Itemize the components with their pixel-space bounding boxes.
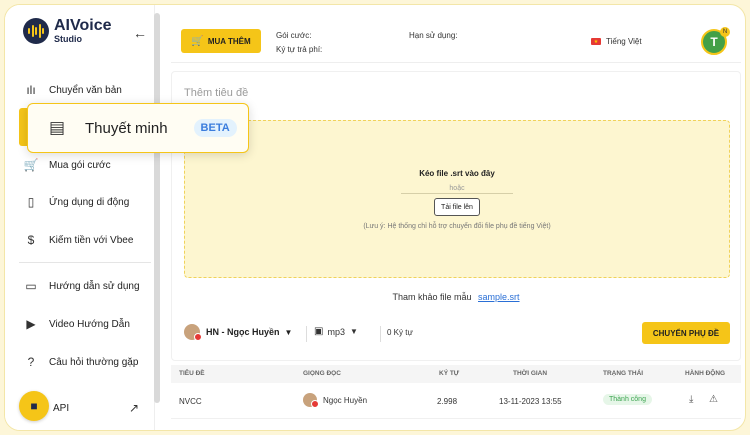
dropzone-divider	[401, 193, 513, 194]
dollar-icon: $	[27, 233, 35, 247]
help-icon: ?	[27, 355, 35, 369]
sidebar-item-label: Video Hướng Dẫn	[49, 318, 130, 330]
table-row[interactable]: NVCC Ngọc Huyền 2.998 13-11-2023 13:55 T…	[171, 383, 741, 419]
table-header: TIÊU ĐỀ GIỌNG ĐỌC KÝ TỰ THỜI GIAN TRẠNG …	[171, 365, 741, 383]
character-count: 0 Ký tự	[387, 328, 413, 337]
sidebar-item-faq[interactable]: ? Câu hỏi thường gặp	[23, 352, 139, 372]
convert-subtitle-button[interactable]: CHUYỂN PHỤ ĐỀ	[642, 322, 730, 344]
sample-file-link[interactable]: sample.srt	[478, 292, 520, 302]
api-link[interactable]: API	[53, 403, 69, 414]
sidebar-item-buy-plan[interactable]: 🛒 Mua gói cước	[23, 155, 111, 175]
waveform-icon: ılı	[26, 83, 36, 97]
mobile-icon: ▯	[27, 195, 35, 209]
dropzone-note: (Lưu ý: Hệ thống chỉ hỗ trợ chuyển đổi f…	[363, 223, 551, 230]
voice-label: HN - Ngọc Huyền	[206, 327, 280, 337]
sidebar: AIVoice Studio ← ılı Chuyển văn bản 🛒 Mu…	[5, 5, 155, 430]
sidebar-item-label: Ứng dụng di động	[49, 196, 130, 208]
cart-icon: 🛒	[191, 35, 204, 47]
collapse-sidebar-arrow-icon[interactable]: ←	[133, 25, 147, 41]
sample-prefix: Tham khảo file mẫu	[392, 292, 472, 302]
paid-chars-label: Ký tự trả phí:	[276, 45, 323, 54]
row-voice: Ngọc Huyền	[303, 393, 368, 408]
column-header: THỜI GIAN	[513, 370, 548, 377]
sidebar-item-label: Thuyết minh	[85, 119, 168, 137]
sidebar-item-voiceover[interactable]: ▤ Thuyết minh BETA	[27, 103, 249, 153]
dropzone-title: Kéo file .srt vào đây	[419, 169, 495, 178]
logo-subtitle: Studio	[54, 34, 82, 44]
srt-dropzone[interactable]: Kéo file .srt vào đây hoặc Tải file lên …	[184, 120, 730, 278]
sidebar-item-user-guide[interactable]: ▭ Hướng dẫn sử dụng	[23, 276, 140, 296]
history-table: TIÊU ĐỀ GIỌNG ĐỌC KÝ TỰ THỜI GIAN TRẠNG …	[171, 365, 741, 419]
avatar-badge: N	[720, 27, 730, 37]
voice-selector[interactable]: HN - Ngọc Huyền ▼	[184, 324, 293, 341]
plan-label: Gói cước:	[276, 31, 312, 40]
vietnam-flag-icon: ★	[591, 38, 601, 45]
row-voice-label: Ngọc Huyền	[323, 395, 368, 405]
language-label: Tiếng Việt	[606, 37, 642, 46]
video-icon: ▶	[26, 317, 36, 331]
chevron-down-icon: ▼	[284, 327, 293, 337]
title-input[interactable]: Thêm tiêu đề	[184, 87, 248, 99]
expiry-label: Hạn sử dụng:	[409, 31, 458, 40]
format-selector[interactable]: ▣ mp3 ▼	[314, 326, 358, 337]
column-header: TRẠNG THÁI	[603, 370, 644, 377]
warning-icon[interactable]: ⚠	[709, 394, 718, 405]
voice-avatar	[184, 324, 202, 341]
sidebar-item-label: Mua gói cước	[49, 159, 111, 171]
conversion-controls: HN - Ngọc Huyền ▼ ▣ mp3 ▼ 0 Ký tự CHUYỂN…	[184, 322, 730, 346]
sidebar-item-label: Hướng dẫn sử dụng	[49, 280, 140, 292]
control-separator	[380, 326, 381, 342]
buy-more-label: MUA THÊM	[207, 36, 251, 46]
sidebar-item-mobile-app[interactable]: ▯ Ứng dụng di động	[23, 192, 130, 212]
sidebar-scrollbar[interactable]	[154, 13, 160, 403]
control-separator	[306, 326, 307, 342]
status-badge: Thành công	[603, 394, 652, 405]
buy-more-button[interactable]: 🛒 MUA THÊM	[181, 29, 261, 53]
cart-icon: 🛒	[23, 158, 39, 172]
audio-file-icon: ▣	[314, 326, 324, 337]
folder-icon: ▭	[25, 279, 37, 293]
sidebar-item-label: Câu hỏi thường gặp	[49, 356, 139, 368]
subtitle-editor-card: Thêm tiêu đề Kéo file .srt vào đây hoặc …	[171, 71, 741, 361]
language-selector[interactable]: ★ Tiếng Việt	[591, 37, 642, 46]
chat-button[interactable]: ■	[19, 391, 49, 421]
dropzone-or: hoặc	[449, 185, 465, 192]
app-frame: AIVoice Studio ← ılı Chuyển văn bản 🛒 Mu…	[4, 4, 746, 431]
column-header: HÀNH ĐỘNG	[685, 370, 726, 377]
logo-title: AIVoice	[54, 17, 112, 34]
chat-icon: ■	[30, 399, 38, 413]
upload-file-button[interactable]: Tải file lên	[434, 198, 480, 216]
subtitle-icon: ▤	[48, 118, 66, 137]
chevron-down-icon: ▼	[349, 327, 358, 336]
sidebar-item-text-to-speech[interactable]: ılı Chuyển văn bản	[23, 80, 122, 100]
sample-file-row: Tham khảo file mẫu sample.srt	[172, 292, 740, 302]
external-link-icon[interactable]: ↗	[129, 401, 139, 415]
column-header: GIỌNG ĐỌC	[303, 370, 341, 377]
beta-badge: BETA	[193, 119, 237, 137]
voice-avatar	[303, 393, 319, 408]
format-label: mp3	[327, 326, 345, 337]
row-chars: 2.998	[437, 397, 458, 406]
sidebar-item-label: Kiếm tiền với Vbee	[49, 234, 134, 246]
column-header: TIÊU ĐỀ	[179, 370, 205, 377]
column-header: KÝ TỰ	[439, 370, 460, 377]
active-item-indicator	[19, 108, 27, 146]
row-title: NVCC	[179, 397, 202, 406]
top-bar: 🛒 MUA THÊM Gói cước: Ký tự trả phí: Hạn …	[171, 21, 741, 63]
sidebar-item-label: Chuyển văn bản	[49, 84, 122, 96]
logo[interactable]: AIVoice Studio	[23, 18, 112, 44]
row-time: 13-11-2023 13:55	[499, 397, 562, 406]
download-icon[interactable]: ⤓	[689, 394, 693, 405]
sidebar-divider	[19, 262, 151, 263]
sidebar-item-video-guide[interactable]: ▶ Video Hướng Dẫn	[23, 314, 130, 334]
logo-mark-icon	[23, 18, 49, 44]
sidebar-item-earn-money[interactable]: $ Kiếm tiền với Vbee	[23, 230, 134, 250]
